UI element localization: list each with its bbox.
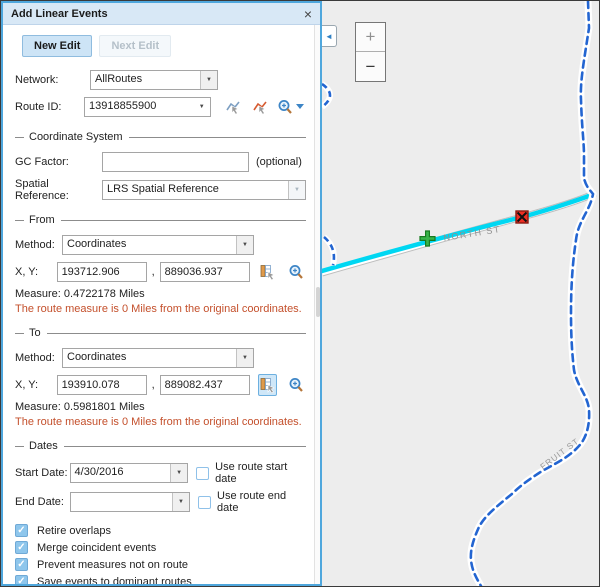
start-date-label: Start Date: [15, 467, 70, 479]
zoom-to-route-icon[interactable] [276, 96, 306, 118]
to-title: To [29, 327, 41, 339]
spatial-reference-select: LRS Spatial Reference ▼ [102, 180, 306, 200]
close-icon[interactable]: × [304, 7, 312, 21]
dates-separator: Dates [15, 440, 306, 452]
xy-comma: , [152, 379, 155, 391]
to-measure-text: Measure: 0.5981801 Miles [15, 401, 306, 413]
save-events-checkbox[interactable]: ✓ [15, 575, 28, 584]
chevron-down-icon[interactable]: ▼ [193, 98, 210, 116]
new-edit-button[interactable]: New Edit [22, 35, 92, 57]
map-zoom-control: + − [355, 22, 386, 82]
panel-scrollbar[interactable] [314, 25, 320, 584]
use-route-end-date-checkbox[interactable] [198, 496, 211, 509]
to-separator: To [15, 327, 306, 339]
from-measure-text: Measure: 0.4722178 Miles [15, 288, 306, 300]
from-title: From [29, 214, 55, 226]
network-label: Network: [15, 74, 90, 86]
network-select[interactable]: AllRoutes ▼ [90, 70, 218, 90]
end-date-label: End Date: [15, 496, 70, 508]
start-date-select[interactable]: 4/30/2016 ▼ [70, 463, 189, 483]
to-x-input[interactable] [57, 375, 147, 395]
panel-title: Add Linear Events [11, 8, 304, 20]
collapse-arrow-icon: ◄ [325, 32, 333, 41]
pick-from-coordinates-icon[interactable] [258, 261, 278, 283]
gc-factor-label: GC Factor: [15, 156, 102, 168]
select-route-icon[interactable] [223, 96, 243, 118]
from-method-label: Method: [15, 239, 62, 251]
coordinate-system-title: Coordinate System [29, 131, 123, 143]
zoom-to-from-point-icon[interactable] [286, 261, 306, 283]
zoom-to-to-point-icon[interactable] [286, 374, 306, 396]
select-route-red-icon[interactable] [250, 96, 270, 118]
chevron-down-icon[interactable]: ▼ [236, 236, 253, 254]
from-x-input[interactable] [57, 262, 147, 282]
end-date-value [71, 493, 172, 511]
retire-overlaps-checkbox[interactable]: ✓ [15, 524, 28, 537]
to-warning-text: The route measure is 0 Miles from the or… [15, 416, 306, 428]
zoom-out-button[interactable]: − [356, 52, 385, 81]
chevron-down-icon: ▼ [288, 181, 305, 199]
to-method-value: Coordinates [63, 349, 236, 367]
from-separator: From [15, 214, 306, 226]
use-route-end-date-label: Use route end date [217, 490, 306, 514]
panel-body: New Edit Next Edit Network: AllRoutes ▼ … [3, 25, 320, 584]
from-xy-label: X, Y: [15, 266, 57, 278]
spatial-reference-value: LRS Spatial Reference [103, 181, 288, 199]
from-method-select[interactable]: Coordinates ▼ [62, 235, 254, 255]
to-method-label: Method: [15, 352, 62, 364]
to-method-select[interactable]: Coordinates ▼ [62, 348, 254, 368]
to-y-input[interactable] [160, 375, 250, 395]
add-linear-events-panel: Add Linear Events × New Edit Next Edit N… [1, 1, 322, 586]
prevent-measures-checkbox[interactable]: ✓ [15, 558, 28, 571]
next-edit-button: Next Edit [99, 35, 171, 57]
route-id-label: Route ID: [15, 101, 84, 113]
use-route-start-date-label: Use route start date [215, 461, 306, 485]
xy-comma: , [152, 266, 155, 278]
zoom-in-button[interactable]: + [356, 23, 385, 52]
gc-factor-input[interactable] [102, 152, 249, 172]
retire-overlaps-label: Retire overlaps [37, 525, 111, 537]
panel-header: Add Linear Events × [3, 3, 320, 25]
chevron-down-icon[interactable]: ▼ [200, 71, 217, 89]
coordinate-system-separator: Coordinate System [15, 131, 306, 143]
merge-coincident-events-checkbox[interactable]: ✓ [15, 541, 28, 554]
use-route-start-date-checkbox[interactable] [196, 467, 209, 480]
road-name-label: NORTH ST [443, 224, 502, 243]
map-canvas: NORTH ST FRUIT ST [322, 1, 600, 586]
to-xy-label: X, Y: [15, 379, 57, 391]
river-casing [471, 1, 593, 586]
scrollbar-thumb[interactable] [316, 287, 320, 317]
stream2-casing [324, 237, 334, 265]
map-view[interactable]: NORTH ST FRUIT ST ◄ + − [322, 1, 600, 586]
to-point-marker [515, 210, 529, 224]
chevron-down-icon[interactable]: ▼ [236, 349, 253, 367]
start-date-value: 4/30/2016 [71, 464, 171, 482]
chevron-down-icon[interactable]: ▼ [172, 493, 189, 511]
chevron-down-icon[interactable]: ▼ [170, 464, 187, 482]
from-warning-text: The route measure is 0 Miles from the or… [15, 303, 306, 315]
prevent-measures-label: Prevent measures not on route [37, 559, 188, 571]
network-value: AllRoutes [91, 71, 200, 89]
screenshot: Add Linear Events × New Edit Next Edit N… [0, 0, 600, 587]
collapse-panel-button[interactable]: ◄ [322, 25, 337, 47]
from-point-marker [419, 230, 436, 247]
from-y-input[interactable] [160, 262, 250, 282]
merge-coincident-events-label: Merge coincident events [37, 542, 156, 554]
pick-to-coordinates-icon[interactable] [258, 374, 278, 396]
save-events-label: Save events to dominant routes [37, 576, 192, 585]
dates-title: Dates [29, 440, 58, 452]
end-date-select[interactable]: ▼ [70, 492, 190, 512]
route-id-select[interactable]: 13918855900 ▼ [84, 97, 211, 117]
optional-label: (optional) [256, 156, 302, 168]
route-id-value: 13918855900 [85, 98, 193, 116]
spatial-reference-label: Spatial Reference: [15, 178, 102, 202]
from-method-value: Coordinates [63, 236, 236, 254]
